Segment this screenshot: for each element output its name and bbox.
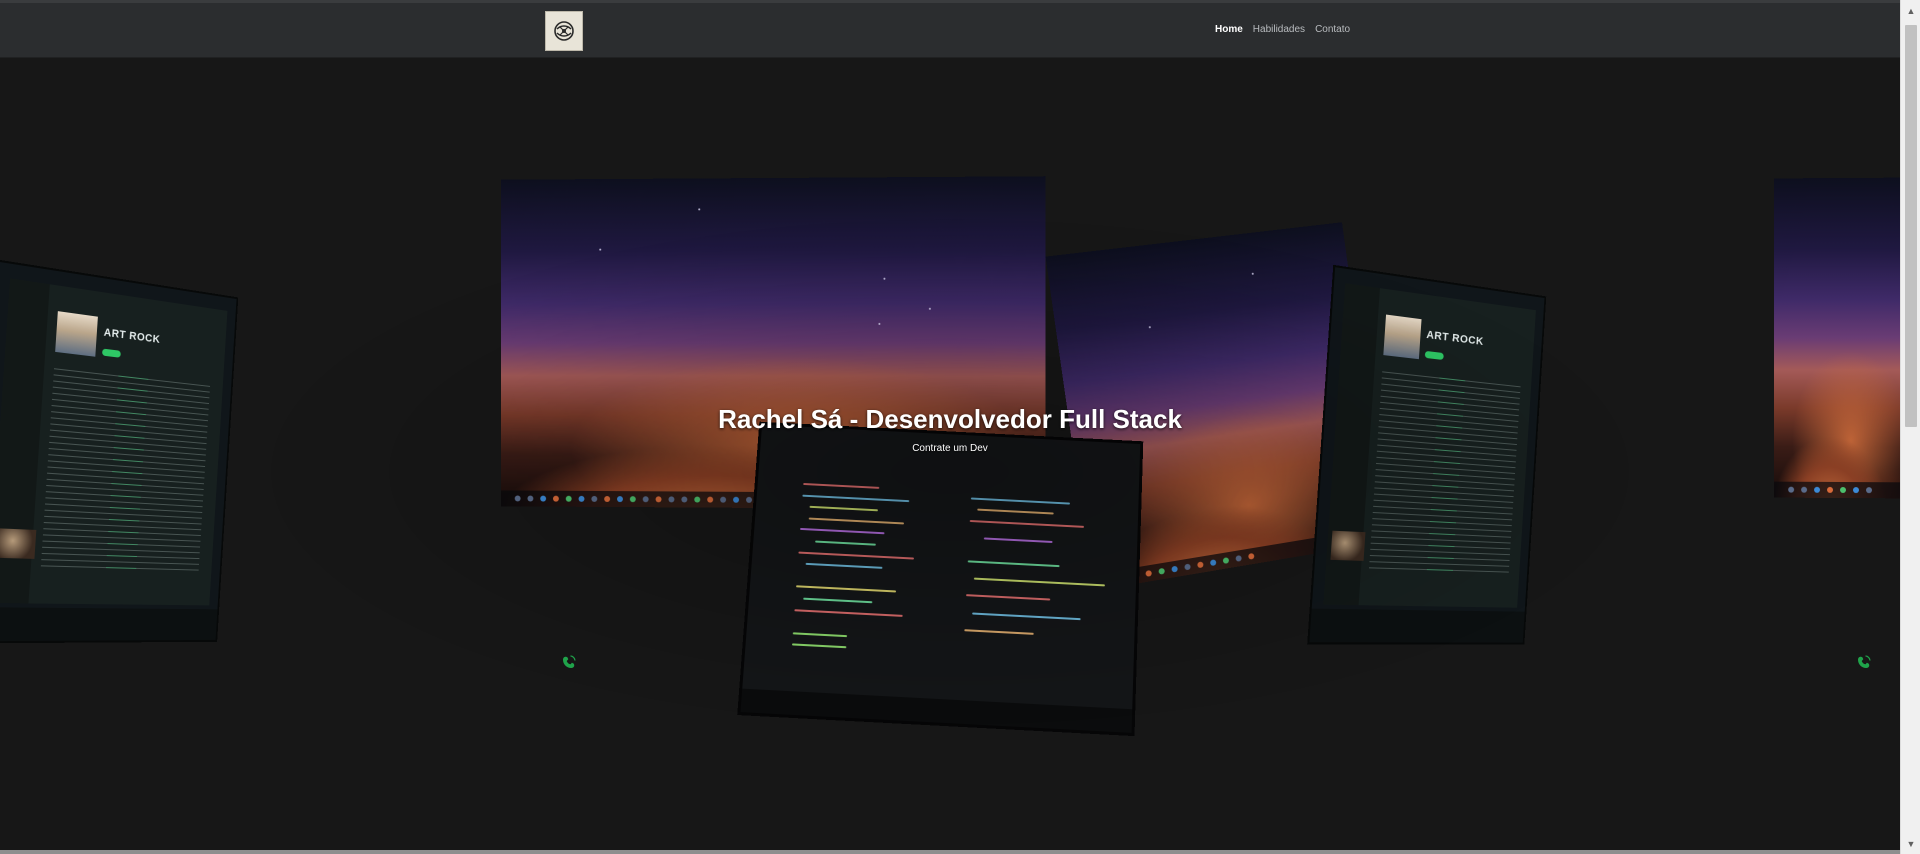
brain-logo-icon <box>554 21 574 41</box>
scroll-up-arrow-icon[interactable]: ▲ <box>1901 2 1920 19</box>
logo-button[interactable] <box>545 11 583 51</box>
scrollbar-thumb[interactable] <box>1905 25 1917 427</box>
nav-link-habilidades[interactable]: Habilidades <box>1253 24 1305 35</box>
scroll-down-arrow-icon[interactable]: ▼ <box>1901 835 1920 852</box>
navbar: Home Habilidades Contato <box>0 3 1900 58</box>
nav-link-home[interactable]: Home <box>1215 24 1243 35</box>
hero-section: ART ROCK ART ROCK <box>0 58 1900 854</box>
vertical-scrollbar[interactable]: ▲ ▼ <box>1900 0 1920 854</box>
phone-icon[interactable] <box>560 653 578 671</box>
hire-dev-link[interactable]: Contrate um Dev <box>912 443 988 454</box>
hero-title: Rachel Sá - Desenvolvedor Full Stack <box>718 404 1182 434</box>
hero-cta: Contrate um Dev <box>0 438 1900 456</box>
window-bottom-border <box>0 850 1900 854</box>
page: Home Habilidades Contato ART ROCK ART RO… <box>0 0 1900 854</box>
phone-icon[interactable] <box>1855 653 1873 671</box>
nav-link-contato[interactable]: Contato <box>1315 24 1350 35</box>
nav-links: Home Habilidades Contato <box>1215 24 1350 35</box>
music-app-title-left: ART ROCK <box>103 327 161 347</box>
background-photo-laptop-code <box>737 421 1144 737</box>
music-app-title-right: ART ROCK <box>1426 329 1484 349</box>
